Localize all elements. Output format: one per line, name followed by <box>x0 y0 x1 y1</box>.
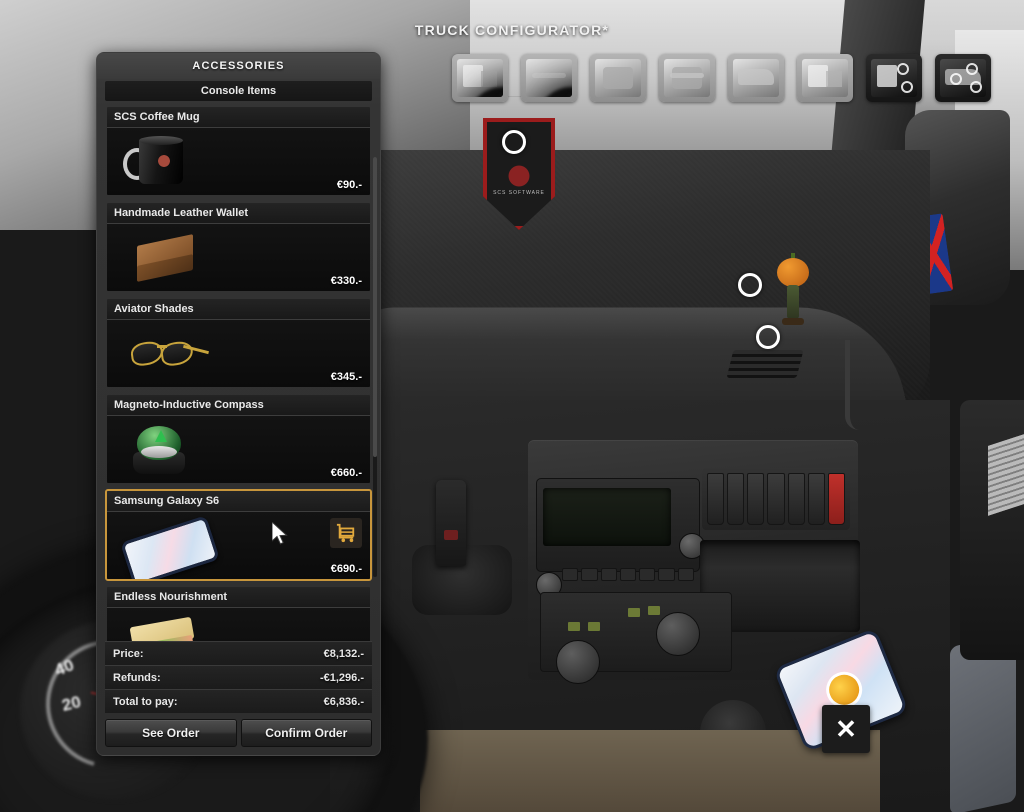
totals-label: Refunds: <box>113 671 161 684</box>
toolbar-button-cabin[interactable] <box>797 54 853 102</box>
climate-led-4 <box>648 606 660 615</box>
pumpkin-bobblehead-accessory[interactable] <box>775 253 811 330</box>
pennant-label: SCS SOFTWARE <box>493 190 545 196</box>
toolbar-button-paintjob[interactable] <box>866 54 922 102</box>
toolbar-button-transmission[interactable] <box>659 54 715 102</box>
shifter-indicator <box>444 530 458 540</box>
radio-display <box>543 488 671 546</box>
switch-bank <box>702 468 850 530</box>
item-price: €660.- <box>330 467 362 479</box>
panel-title: ACCESSORIES <box>97 53 380 79</box>
gear-shifter <box>436 480 466 566</box>
see-order-button[interactable]: See Order <box>105 719 237 747</box>
pumpkin-head <box>777 258 809 287</box>
toolbar-button-truck[interactable] <box>452 54 508 102</box>
panel-actions: See Order Confirm Order <box>97 713 380 755</box>
item-body: €90.- <box>107 128 370 195</box>
interior-icon <box>733 59 779 97</box>
item-name: SCS Coffee Mug <box>107 107 370 128</box>
aviator-shades-icon <box>121 326 213 382</box>
item-name: Handmade Leather Wallet <box>107 203 370 224</box>
grab-handle <box>845 340 868 430</box>
sandwich-icon <box>121 614 213 641</box>
item-body: €660.- <box>107 416 370 483</box>
totals-value: €6,836.- <box>323 695 364 708</box>
totals-label: Total to pay: <box>113 695 178 708</box>
item-price: €690.- <box>330 563 362 575</box>
item-name: Magneto-Inductive Compass <box>107 395 370 416</box>
item-price: €345.- <box>330 371 362 383</box>
totals-row-price: Price: €8,132.- <box>105 641 372 665</box>
hotspot-marker-dash-right[interactable] <box>756 325 780 349</box>
item-price: €330.- <box>330 275 362 287</box>
coffee-mug-icon <box>121 134 213 190</box>
toolbar-button-accessories[interactable] <box>935 54 991 102</box>
list-item-selected[interactable]: Samsung Galaxy S6 €690.- <box>105 489 372 581</box>
air-vent <box>726 350 804 378</box>
bobblehead-body <box>787 285 799 319</box>
climate-led-3 <box>628 608 640 617</box>
list-scrollbar[interactable] <box>373 157 377 577</box>
item-body: €330.- <box>107 224 370 291</box>
door-trim <box>988 434 1024 516</box>
climate-knob-right <box>656 612 700 656</box>
totals-label: Price: <box>113 647 144 660</box>
item-body: €690.- <box>107 512 370 579</box>
list-scrollbar-thumb[interactable] <box>373 157 377 457</box>
totals-value: €8,132.- <box>323 647 364 660</box>
item-body: €999.- <box>107 608 370 641</box>
totals-row-refunds: Refunds: -€1,296.- <box>105 665 372 689</box>
toolbar-button-engine[interactable] <box>590 54 646 102</box>
climate-led-2 <box>588 622 600 631</box>
accessories-panel: ACCESSORIES Console Items SCS Coffee Mug… <box>96 52 381 756</box>
item-name: Endless Nourishment <box>107 587 370 608</box>
toolbar-button-chassis[interactable] <box>521 54 577 102</box>
truck-icon <box>457 59 503 97</box>
page-title: TRUCK CONFIGURATOR* <box>414 22 610 38</box>
toolbar-button-interior[interactable] <box>728 54 784 102</box>
list-item[interactable]: Magneto-Inductive Compass €660.- <box>105 393 372 485</box>
galaxy-s6-icon <box>120 515 220 579</box>
climate-knob-left <box>556 640 600 684</box>
item-name: Samsung Galaxy S6 <box>107 491 370 512</box>
accessories-icon <box>940 59 986 97</box>
transmission-icon <box>664 59 710 97</box>
climate-led-1 <box>568 622 580 631</box>
mouse-cursor-icon <box>271 520 288 546</box>
bobblehead-base <box>782 318 804 325</box>
item-name: Aviator Shades <box>107 299 370 320</box>
remove-accessory-button[interactable]: ✕ <box>822 705 870 753</box>
hotspot-marker-dash-left[interactable] <box>738 273 762 297</box>
cabin-icon <box>802 59 848 97</box>
truck-configurator-screen: 40 20 SCS SOFTWARE ✕ TRUCK CONFIGURATOR* <box>0 0 1024 812</box>
radio-preset-buttons <box>562 568 694 581</box>
totals-row-total: Total to pay: €6,836.- <box>105 689 372 713</box>
accessory-list[interactable]: SCS Coffee Mug €90.- Handmade Leather Wa… <box>97 101 380 641</box>
order-totals: Price: €8,132.- Refunds: -€1,296.- Total… <box>97 641 380 713</box>
hotspot-marker-pennant[interactable] <box>502 130 526 154</box>
engine-icon <box>595 59 641 97</box>
list-item[interactable]: SCS Coffee Mug €90.- <box>105 105 372 197</box>
paintjob-icon <box>871 59 917 97</box>
category-header: Console Items <box>105 81 372 101</box>
confirm-order-button[interactable]: Confirm Order <box>240 719 372 747</box>
item-body: €345.- <box>107 320 370 387</box>
compass-icon <box>121 422 213 478</box>
list-item[interactable]: Handmade Leather Wallet €330.- <box>105 201 372 293</box>
configurator-category-toolbar[interactable] <box>452 54 991 102</box>
leather-wallet-icon <box>121 230 213 286</box>
list-item[interactable]: Aviator Shades €345.- <box>105 297 372 389</box>
item-price: €90.- <box>336 179 362 191</box>
cart-icon[interactable] <box>330 518 362 548</box>
chassis-icon <box>526 59 572 97</box>
totals-value: -€1,296.- <box>319 671 364 684</box>
list-item[interactable]: Endless Nourishment €999.- <box>105 585 372 641</box>
